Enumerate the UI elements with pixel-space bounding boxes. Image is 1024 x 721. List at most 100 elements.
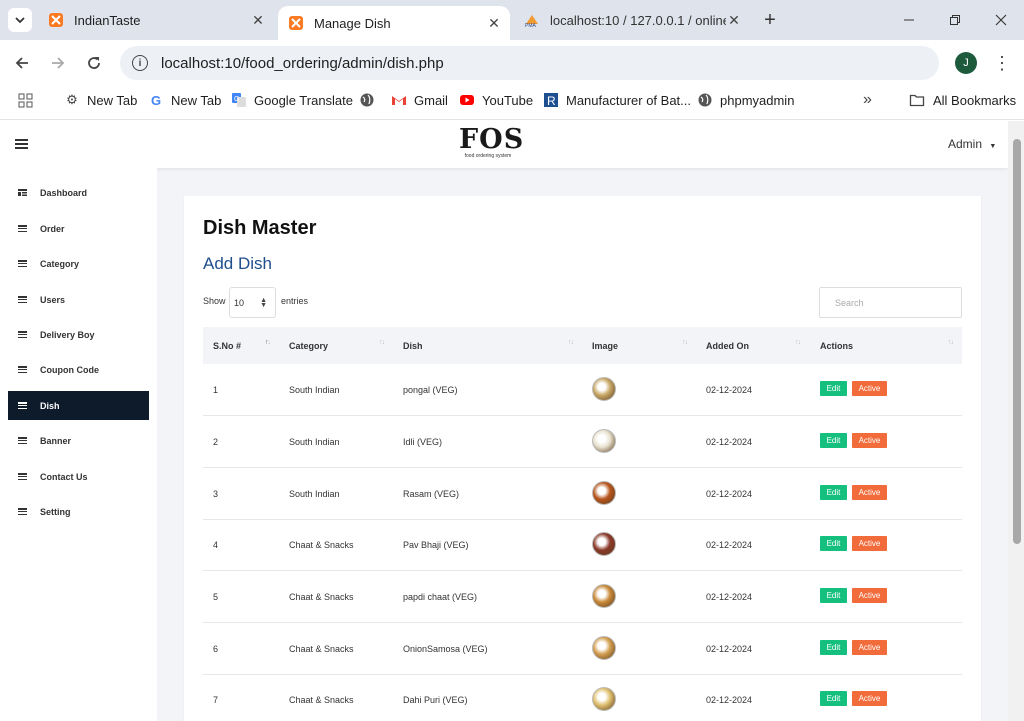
edit-button[interactable]: Edit	[820, 640, 847, 655]
sidebar-item-banner[interactable]: Banner	[8, 426, 149, 455]
close-icon[interactable]: ✕	[726, 12, 742, 28]
restore-button[interactable]	[932, 0, 978, 40]
list-icon	[18, 437, 27, 444]
reload-button[interactable]	[82, 51, 106, 75]
th-image[interactable]: Image	[592, 327, 618, 364]
th-sno[interactable]: S.No #	[213, 327, 241, 364]
close-window-button[interactable]	[978, 0, 1024, 40]
fos-logo: FOS food ordering system	[459, 126, 523, 163]
sidebar-item-dish[interactable]: Dish	[8, 391, 149, 420]
admin-dropdown[interactable]: Admin ▼	[948, 137, 996, 151]
gear-icon: ⚙	[66, 92, 78, 107]
browser-toolbar: i localhost:10/food_ordering/admin/dish.…	[0, 40, 1024, 111]
edit-button[interactable]: Edit	[820, 433, 847, 448]
phpmyadmin-icon: PMA	[525, 15, 538, 28]
sidebar-item-dashboard[interactable]: Dashboard	[8, 178, 149, 207]
dish-image	[592, 377, 616, 401]
dashboard-icon	[18, 189, 27, 196]
chevron-double-right-icon: »	[863, 91, 872, 108]
status-active-button[interactable]: Active	[852, 536, 887, 551]
cell-dish: pongal (VEG)	[403, 385, 458, 395]
sidebar-item-delivery-boy[interactable]: Delivery Boy	[8, 320, 149, 349]
sidebar-item-label: Contact Us	[40, 471, 88, 482]
youtube-icon	[460, 95, 474, 105]
edit-button[interactable]: Edit	[820, 381, 847, 396]
add-dish-link[interactable]: Add Dish	[203, 254, 272, 274]
sidebar-item-label: Coupon Code	[40, 364, 99, 375]
bookmark-google-translate[interactable]: G Google Translate	[231, 86, 353, 114]
browser-tab-strip: IndianTaste ✕ Manage Dish ✕ PMA localhos…	[0, 0, 1024, 40]
bookmark-phpmyadmin[interactable]: phpmyadmin	[697, 86, 794, 114]
apps-button[interactable]	[18, 86, 33, 114]
sort-icon: ↑↓	[568, 339, 574, 346]
status-active-button[interactable]: Active	[852, 640, 887, 655]
bookmark-new-tab-1[interactable]: ⚙ New Tab	[64, 86, 137, 114]
tab-search-button[interactable]	[8, 8, 32, 32]
edit-button[interactable]: Edit	[820, 536, 847, 551]
sidebar-item-label: Category	[40, 258, 80, 269]
status-active-button[interactable]: Active	[852, 485, 887, 500]
sidebar-item-label: Dashboard	[40, 187, 88, 198]
menu-kebab-icon[interactable]: ⋮	[992, 51, 1012, 75]
new-tab-button[interactable]: +	[758, 8, 782, 32]
sidebar-item-order[interactable]: Order	[8, 214, 149, 243]
menu-toggle-icon[interactable]	[15, 139, 28, 149]
show-label: Show	[203, 296, 226, 306]
edit-button[interactable]: Edit	[820, 485, 847, 500]
list-icon	[18, 508, 27, 515]
dish-image	[592, 532, 616, 556]
xampp-icon	[49, 13, 63, 27]
bookmark-gmail[interactable]: Gmail	[391, 86, 448, 114]
status-active-button[interactable]: Active	[852, 381, 887, 396]
entries-select[interactable]: 10 ▲ ▼	[229, 287, 276, 318]
sort-asc-icon: ↑↓	[265, 339, 271, 346]
bookmark-label: New Tab	[87, 92, 138, 108]
list-icon	[18, 366, 27, 373]
sidebar-item-setting[interactable]: Setting	[8, 497, 149, 526]
search-input[interactable]: Search	[819, 287, 962, 318]
cell-dish: Dahi Puri (VEG)	[403, 695, 468, 705]
cell-dish: papdi chaat (VEG)	[403, 592, 478, 602]
forward-button[interactable]	[46, 51, 70, 75]
close-icon[interactable]: ✕	[250, 12, 266, 28]
bookmark-new-tab-2[interactable]: G New Tab	[148, 86, 221, 114]
status-active-button[interactable]: Active	[852, 433, 887, 448]
sidebar-item-users[interactable]: Users	[8, 285, 149, 314]
status-active-button[interactable]: Active	[852, 588, 887, 603]
folder-icon	[909, 94, 925, 107]
close-icon[interactable]: ✕	[486, 15, 502, 31]
tab-manage-dish[interactable]: Manage Dish ✕	[278, 6, 510, 40]
bookmark-globe[interactable]	[359, 86, 382, 114]
address-bar[interactable]: i localhost:10/food_ordering/admin/dish.…	[120, 46, 939, 80]
all-bookmarks-button[interactable]: All Bookmarks	[908, 86, 1016, 114]
status-active-button[interactable]: Active	[852, 691, 887, 706]
dish-image	[592, 481, 616, 505]
arrow-right-icon	[52, 57, 65, 69]
th-dish[interactable]: Dish	[403, 327, 423, 364]
dish-image	[592, 584, 616, 608]
edit-button[interactable]: Edit	[820, 691, 847, 706]
cell-sno: 4	[213, 540, 219, 550]
tab-phpmyadmin[interactable]: PMA localhost:10 / 127.0.0.1 / online ✕	[514, 0, 750, 40]
th-added-on[interactable]: Added On	[706, 327, 749, 364]
site-info-icon[interactable]: i	[132, 55, 148, 71]
profile-avatar[interactable]: J	[955, 52, 977, 74]
scrollbar-thumb[interactable]	[1013, 139, 1021, 544]
more-bookmarks-button[interactable]: »	[863, 86, 872, 114]
tab-indiantaste[interactable]: IndianTaste ✕	[38, 0, 274, 40]
sidebar-item-contact-us[interactable]: Contact Us	[8, 462, 149, 491]
url-text[interactable]: localhost:10/food_ordering/admin/dish.ph…	[161, 55, 444, 72]
sidebar-item-label: Setting	[40, 506, 71, 517]
sidebar-item-category[interactable]: Category	[8, 249, 149, 278]
table-row: 7 Chaat & Snacks Dahi Puri (VEG) 02-12-2024…	[203, 674, 962, 721]
minimize-button[interactable]	[886, 0, 932, 40]
th-category[interactable]: Category	[289, 327, 328, 364]
th-actions[interactable]: Actions	[820, 327, 853, 364]
sidebar-item-coupon-code[interactable]: Coupon Code	[8, 355, 149, 384]
translate-icon: G	[232, 93, 246, 107]
column-label: Category	[289, 340, 329, 351]
bookmark-youtube[interactable]: YouTube	[459, 86, 533, 114]
back-button[interactable]	[10, 51, 34, 75]
bookmark-manufacturer[interactable]: R Manufacturer of Bat...	[543, 86, 691, 114]
edit-button[interactable]: Edit	[820, 588, 847, 603]
